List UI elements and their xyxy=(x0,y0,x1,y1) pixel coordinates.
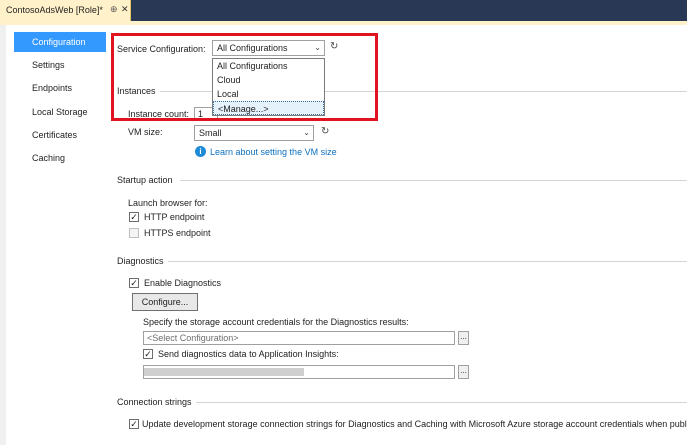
https-endpoint-checkbox[interactable] xyxy=(129,228,139,238)
startup-divider xyxy=(180,180,687,181)
refresh-icon[interactable]: ↻ xyxy=(321,126,329,137)
connection-strings-divider xyxy=(196,402,687,403)
update-connection-strings-label: Update development storage connection st… xyxy=(142,419,687,429)
storage-configuration-placeholder: <Select Configuration> xyxy=(147,333,239,343)
vm-size-label: VM size: xyxy=(128,127,163,137)
startup-section-label: Startup action xyxy=(117,175,173,185)
storage-configuration-input[interactable]: <Select Configuration> xyxy=(143,331,455,345)
application-insights-label: Send diagnostics data to Application Ins… xyxy=(158,349,339,359)
storage-credentials-label: Specify the storage account credentials … xyxy=(143,317,409,327)
sidebar-item-label: Caching xyxy=(32,153,66,163)
sidebar-item-label: Configuration xyxy=(32,37,86,47)
document-tab[interactable]: ContosoAdsWeb [Role]* ⊕ ✕ xyxy=(0,0,131,21)
document-tabstrip: ContosoAdsWeb [Role]* ⊕ ✕ xyxy=(0,0,687,21)
enable-diagnostics-label: Enable Diagnostics xyxy=(144,278,222,288)
sidebar-item-endpoints[interactable]: Endpoints xyxy=(14,78,106,98)
sidebar-item-configuration[interactable]: Configuration xyxy=(14,32,106,52)
diagnostics-divider xyxy=(168,261,687,262)
highlight-annotation xyxy=(111,33,378,121)
sidebar-item-local-storage[interactable]: Local Storage xyxy=(14,102,106,122)
update-connection-strings-checkbox[interactable]: ✓ xyxy=(129,419,139,429)
sidebar-item-settings[interactable]: Settings xyxy=(14,55,106,75)
sidebar-item-label: Settings xyxy=(32,60,65,70)
vm-size-select[interactable]: Small ⌄ xyxy=(194,125,314,141)
http-endpoint-checkbox[interactable]: ✓ xyxy=(129,212,139,222)
connection-strings-section-label: Connection strings xyxy=(117,397,192,407)
redacted-insights-key xyxy=(144,368,304,376)
info-icon: i xyxy=(195,146,206,157)
sidebar-item-certificates[interactable]: Certificates xyxy=(14,125,106,145)
learn-vm-size-link[interactable]: Learn about setting the VM size xyxy=(210,147,337,157)
vm-size-value: Small xyxy=(199,128,222,138)
sidebar-item-label: Local Storage xyxy=(32,107,88,117)
document-tab-title: ContosoAdsWeb [Role]* xyxy=(6,5,103,15)
enable-diagnostics-checkbox[interactable]: ✓ xyxy=(129,278,139,288)
diagnostics-section-label: Diagnostics xyxy=(117,256,164,266)
storage-browse-button[interactable]: ... xyxy=(458,331,469,345)
launch-browser-label: Launch browser for: xyxy=(128,198,208,208)
https-endpoint-label: HTTPS endpoint xyxy=(144,228,211,238)
insights-browse-button[interactable]: ... xyxy=(458,365,469,379)
sidebar-item-caching[interactable]: Caching xyxy=(14,148,106,168)
sidebar-item-label: Endpoints xyxy=(32,83,73,93)
http-endpoint-label: HTTP endpoint xyxy=(144,212,205,222)
pin-icon[interactable]: ⊕ xyxy=(110,4,118,15)
close-icon[interactable]: ✕ xyxy=(121,4,129,15)
chevron-down-icon: ⌄ xyxy=(303,128,310,137)
configure-button[interactable]: Configure... xyxy=(132,293,198,311)
application-insights-checkbox[interactable]: ✓ xyxy=(143,349,153,359)
sidebar-item-label: Certificates xyxy=(32,130,78,140)
